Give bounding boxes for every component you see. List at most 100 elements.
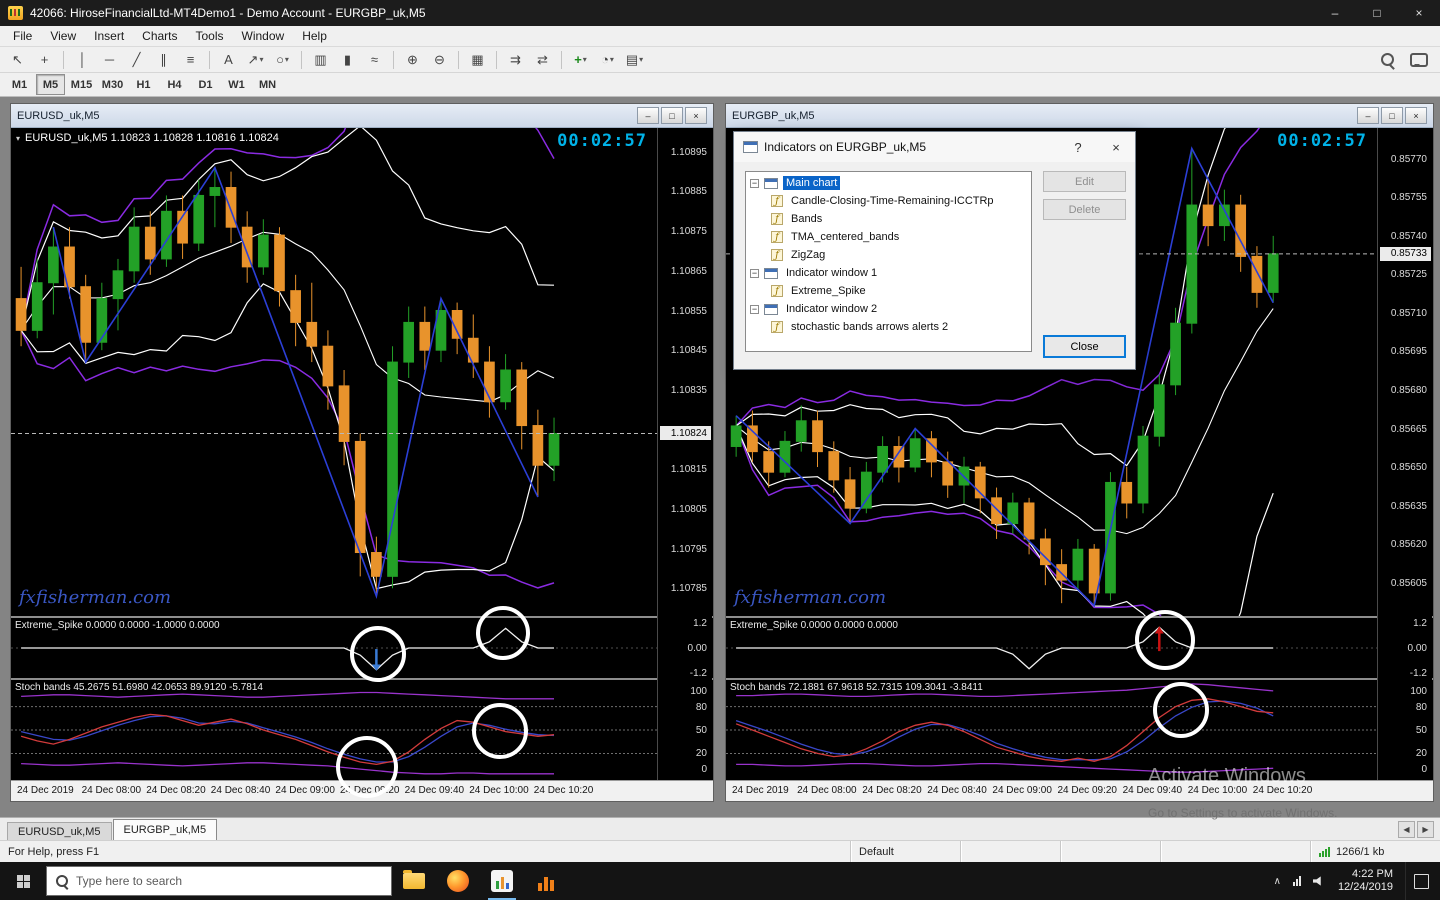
timeframe-h1[interactable]: H1 — [129, 74, 158, 95]
start-button[interactable] — [0, 862, 46, 900]
tree-item[interactable]: ƒ TMA_centered_bands — [746, 228, 1031, 246]
dialog-help-button[interactable]: ? — [1059, 132, 1097, 162]
trendline-icon[interactable]: ╱ — [124, 48, 149, 71]
menu-file[interactable]: File — [4, 27, 41, 45]
watermark-text: fxfisherman.com — [19, 587, 172, 608]
timeframe-h4[interactable]: H4 — [160, 74, 189, 95]
price-tick: 1.10875 — [670, 226, 707, 238]
main-chart-area[interactable]: ▾ EURUSD_uk,M5 1.10823 1.10828 1.10816 1.… — [11, 128, 657, 616]
chart-window-titlebar[interactable]: EURUSD_uk,M5 – □ × — [11, 104, 713, 128]
price-tick: 0.85680 — [1390, 384, 1427, 396]
vertical-line-icon[interactable]: │ — [70, 48, 95, 71]
timeframe-m1[interactable]: M1 — [5, 74, 34, 95]
indicators-icon[interactable]: + ▾ — [568, 48, 593, 71]
tree-item[interactable]: − Indicator window 2 — [746, 300, 1031, 318]
cursor-icon[interactable]: ↖ — [5, 48, 30, 71]
time-axis[interactable]: 24 Dec 2019 24 Dec 08:00 24 Dec 08:20 24 De… — [726, 780, 1433, 801]
chart-tab[interactable]: EURUSD_uk,M5 — [7, 822, 112, 840]
collapse-icon[interactable]: − — [750, 268, 759, 278]
menu-window[interactable]: Window — [233, 27, 294, 45]
minimize-button[interactable]: – — [1357, 107, 1379, 124]
chart-shift-icon[interactable]: ⇄ — [530, 48, 555, 71]
minimize-button[interactable]: – — [637, 107, 659, 124]
window-minimize-button[interactable]: – — [1314, 0, 1356, 26]
tree-item[interactable]: ƒ Bands — [746, 210, 1031, 228]
symbol-dropdown-icon[interactable]: ▾ — [16, 134, 20, 143]
tab-next-button[interactable]: ▶ — [1417, 820, 1434, 838]
stoch-indicator-panel[interactable]: Stoch bands 45.2675 51.6980 42.0653 89.9… — [11, 680, 657, 780]
notification-center-button[interactable] — [1405, 862, 1436, 900]
timeframe-m30[interactable]: M30 — [98, 74, 127, 95]
status-profile[interactable]: Default — [850, 841, 960, 862]
tray-expand-icon[interactable]: ∧ — [1274, 876, 1281, 887]
spike-indicator-panel[interactable]: Extreme_Spike 0.0000 0.0000 -1.0000 0.00… — [11, 618, 657, 678]
zoom-in-icon[interactable]: ⊕ — [400, 48, 425, 71]
restore-button[interactable]: □ — [1381, 107, 1403, 124]
fibonacci-icon[interactable]: ≡ — [178, 48, 203, 71]
tree-item[interactable]: ƒ Extreme_Spike — [746, 282, 1031, 300]
collapse-icon[interactable]: − — [750, 178, 759, 188]
file-explorer-icon[interactable] — [392, 862, 436, 900]
dialog-close-icon[interactable]: × — [1097, 132, 1135, 162]
timeframe-mn[interactable]: MN — [253, 74, 282, 95]
price-scale[interactable]: 0.85770 0.85755 0.85740 0.85725 0.85710 0.856… — [1377, 128, 1432, 780]
chat-icon[interactable] — [1410, 52, 1428, 67]
tree-item[interactable]: ƒ Candle-Closing-Time-Remaining-ICCTRp — [746, 192, 1031, 210]
tab-prev-button[interactable]: ◀ — [1398, 820, 1415, 838]
timeframe-m5[interactable]: M5 — [36, 74, 65, 95]
restore-button[interactable]: □ — [661, 107, 683, 124]
candlestick-chart-icon[interactable]: ▮ — [335, 48, 360, 71]
bar-chart-icon[interactable]: ▥ — [308, 48, 333, 71]
price-tick: 1.10835 — [670, 384, 707, 396]
volume-icon[interactable] — [1312, 876, 1321, 886]
tree-item[interactable]: − Indicator window 1 — [746, 264, 1031, 282]
line-chart-icon[interactable]: ≈ — [362, 48, 387, 71]
chart-window-eurusd[interactable]: EURUSD_uk,M5 – □ × ▾ EURUSD_uk,M5 1.10823 1.1… — [10, 103, 714, 802]
arrow-tool-icon[interactable]: ↗ ▾ — [243, 48, 268, 71]
taskbar-clock[interactable]: 4:22 PM 12/24/2019 — [1338, 868, 1393, 894]
indicator-tree[interactable]: − Main chart ƒ Candle-Closing-Time-Remainin… — [745, 171, 1032, 352]
price-tick: 0.85740 — [1390, 230, 1427, 242]
spike-indicator-panel[interactable]: Extreme_Spike 0.0000 0.0000 0.0000 — [726, 618, 1377, 678]
chart-app-icon[interactable] — [524, 862, 568, 900]
tree-item[interactable]: ƒ ZigZag — [746, 246, 1031, 264]
timeframe-m15[interactable]: M15 — [67, 74, 96, 95]
close-button[interactable]: × — [1405, 107, 1427, 124]
periods-icon[interactable]: ◔ ▾ — [595, 48, 620, 71]
window-maximize-button[interactable]: □ — [1356, 0, 1398, 26]
menu-charts[interactable]: Charts — [133, 27, 186, 45]
tree-item[interactable]: − Main chart — [746, 174, 1031, 192]
edit-button[interactable]: Edit — [1043, 171, 1126, 192]
tree-item[interactable]: ƒ stochastic bands arrows alerts 2 — [746, 318, 1031, 336]
dialog-titlebar[interactable]: Indicators on EURGBP_uk,M5 ? × — [734, 132, 1135, 162]
firefox-icon[interactable] — [436, 862, 480, 900]
timeframe-w1[interactable]: W1 — [222, 74, 251, 95]
channel-icon[interactable]: ∥ — [151, 48, 176, 71]
auto-scroll-icon[interactable]: ⇉ — [503, 48, 528, 71]
close-button[interactable]: Close — [1043, 335, 1126, 358]
chart-window-titlebar[interactable]: EURGBP_uk,M5 – □ × — [726, 104, 1433, 128]
horizontal-line-icon[interactable]: ─ — [97, 48, 122, 71]
collapse-icon[interactable]: − — [750, 304, 759, 314]
text-tool-icon[interactable]: A — [216, 48, 241, 71]
search-icon[interactable] — [1381, 53, 1394, 66]
mt4-app-icon[interactable] — [480, 862, 524, 900]
price-scale[interactable]: 1.10895 1.10885 1.10875 1.10865 1.10855 1.108… — [657, 128, 712, 780]
network-icon[interactable] — [1292, 876, 1301, 886]
menu-view[interactable]: View — [41, 27, 85, 45]
taskbar-search[interactable]: Type here to search — [46, 866, 392, 896]
crosshair-icon[interactable]: + — [32, 48, 57, 71]
tab-scroll-arrows: ◀ ▶ — [1398, 818, 1434, 840]
menu-help[interactable]: Help — [293, 27, 336, 45]
tile-windows-icon[interactable]: ▦ — [465, 48, 490, 71]
window-close-button[interactable]: × — [1398, 0, 1440, 26]
zoom-out-icon[interactable]: ⊖ — [427, 48, 452, 71]
menu-tools[interactable]: Tools — [187, 27, 233, 45]
timeframe-d1[interactable]: D1 — [191, 74, 220, 95]
close-button[interactable]: × — [685, 107, 707, 124]
menu-insert[interactable]: Insert — [85, 27, 133, 45]
templates-icon[interactable]: ▤ ▾ — [622, 48, 647, 71]
delete-button[interactable]: Delete — [1043, 199, 1126, 220]
chart-tab[interactable]: EURGBP_uk,M5 — [112, 819, 218, 840]
shapes-icon[interactable]: ○ ▾ — [270, 48, 295, 71]
